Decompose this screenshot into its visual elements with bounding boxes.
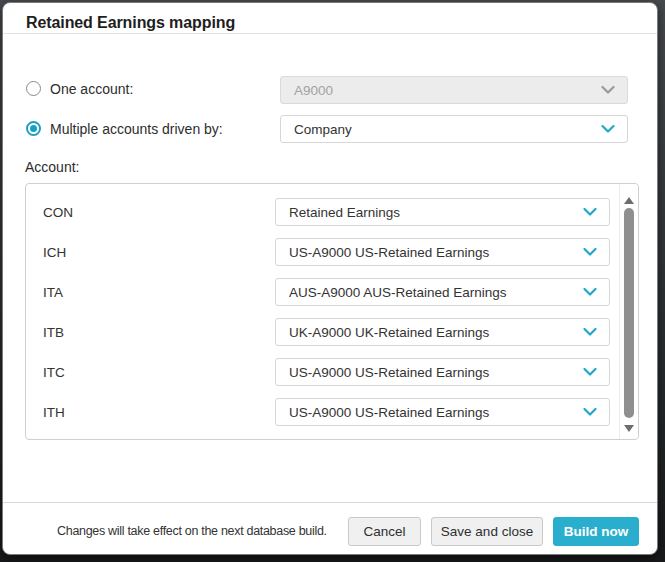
account-code-label: ITH bbox=[43, 405, 65, 420]
save-and-close-button[interactable]: Save and close bbox=[431, 517, 543, 546]
one-account-dropdown: A9000 bbox=[280, 76, 628, 104]
chevron-down-icon bbox=[583, 248, 597, 256]
dialog-title: Retained Earnings mapping bbox=[26, 12, 235, 34]
account-code-label: ICH bbox=[43, 245, 66, 260]
scrollbar-track[interactable] bbox=[619, 184, 638, 439]
cancel-button[interactable]: Cancel bbox=[348, 517, 421, 546]
account-value-text: US-A9000 US-Retained Earnings bbox=[289, 405, 489, 420]
account-row: CON Retained Earnings bbox=[26, 198, 638, 226]
radio-one-account[interactable] bbox=[26, 81, 41, 96]
account-row: ICH US-A9000 US-Retained Earnings bbox=[26, 238, 638, 266]
account-value-dropdown[interactable]: AUS-A9000 AUS-Retained Earnings bbox=[275, 278, 610, 306]
account-value-text: Retained Earnings bbox=[289, 205, 400, 220]
chevron-down-icon bbox=[601, 125, 615, 133]
account-code-label: ITA bbox=[43, 285, 63, 300]
account-row: ITC US-A9000 US-Retained Earnings bbox=[26, 358, 638, 386]
account-code-label: ITB bbox=[43, 325, 64, 340]
account-value-text: US-A9000 US-Retained Earnings bbox=[289, 365, 489, 380]
title-separator bbox=[3, 33, 657, 34]
account-row: ITH US-A9000 US-Retained Earnings bbox=[26, 398, 638, 426]
account-row: ITA AUS-A9000 AUS-Retained Earnings bbox=[26, 278, 638, 306]
retained-earnings-mapping-dialog: Retained Earnings mapping One account: A… bbox=[2, 2, 658, 555]
driver-dropdown[interactable]: Company bbox=[280, 115, 628, 143]
footer-separator bbox=[3, 502, 657, 503]
build-now-button[interactable]: Build now bbox=[553, 517, 639, 546]
account-row: ITB UK-A9000 UK-Retained Earnings bbox=[26, 318, 638, 346]
radio-multiple-accounts[interactable] bbox=[26, 121, 41, 136]
account-value-dropdown[interactable]: US-A9000 US-Retained Earnings bbox=[275, 238, 610, 266]
account-value-text: AUS-A9000 AUS-Retained Earnings bbox=[289, 285, 507, 300]
account-mapping-panel: CON Retained Earnings ICH US-A9000 US-Re… bbox=[25, 183, 639, 440]
chevron-down-icon bbox=[583, 408, 597, 416]
one-account-label: One account: bbox=[50, 81, 133, 97]
account-value-dropdown[interactable]: Retained Earnings bbox=[275, 198, 610, 226]
chevron-down-icon bbox=[583, 208, 597, 216]
multiple-accounts-label: Multiple accounts driven by: bbox=[50, 121, 223, 137]
account-value-dropdown[interactable]: US-A9000 US-Retained Earnings bbox=[275, 398, 610, 426]
scroll-down-icon[interactable] bbox=[624, 425, 634, 432]
account-value-dropdown[interactable]: US-A9000 US-Retained Earnings bbox=[275, 358, 610, 386]
one-account-value: A9000 bbox=[294, 83, 333, 98]
footer-note: Changes will take effect on the next dat… bbox=[57, 524, 327, 538]
account-section-label: Account: bbox=[25, 159, 79, 175]
scrollbar-thumb[interactable] bbox=[624, 208, 634, 418]
chevron-down-icon bbox=[601, 86, 615, 94]
account-code-label: CON bbox=[43, 205, 73, 220]
account-value-dropdown[interactable]: UK-A9000 UK-Retained Earnings bbox=[275, 318, 610, 346]
account-value-text: US-A9000 US-Retained Earnings bbox=[289, 245, 489, 260]
chevron-down-icon bbox=[583, 328, 597, 336]
account-value-text: UK-A9000 UK-Retained Earnings bbox=[289, 325, 489, 340]
account-code-label: ITC bbox=[43, 365, 65, 380]
multiple-accounts-option[interactable]: Multiple accounts driven by: bbox=[26, 121, 223, 136]
one-account-option[interactable]: One account: bbox=[26, 81, 133, 96]
driver-value: Company bbox=[294, 122, 352, 137]
chevron-down-icon bbox=[583, 368, 597, 376]
scroll-up-icon[interactable] bbox=[624, 197, 634, 204]
chevron-down-icon bbox=[583, 288, 597, 296]
